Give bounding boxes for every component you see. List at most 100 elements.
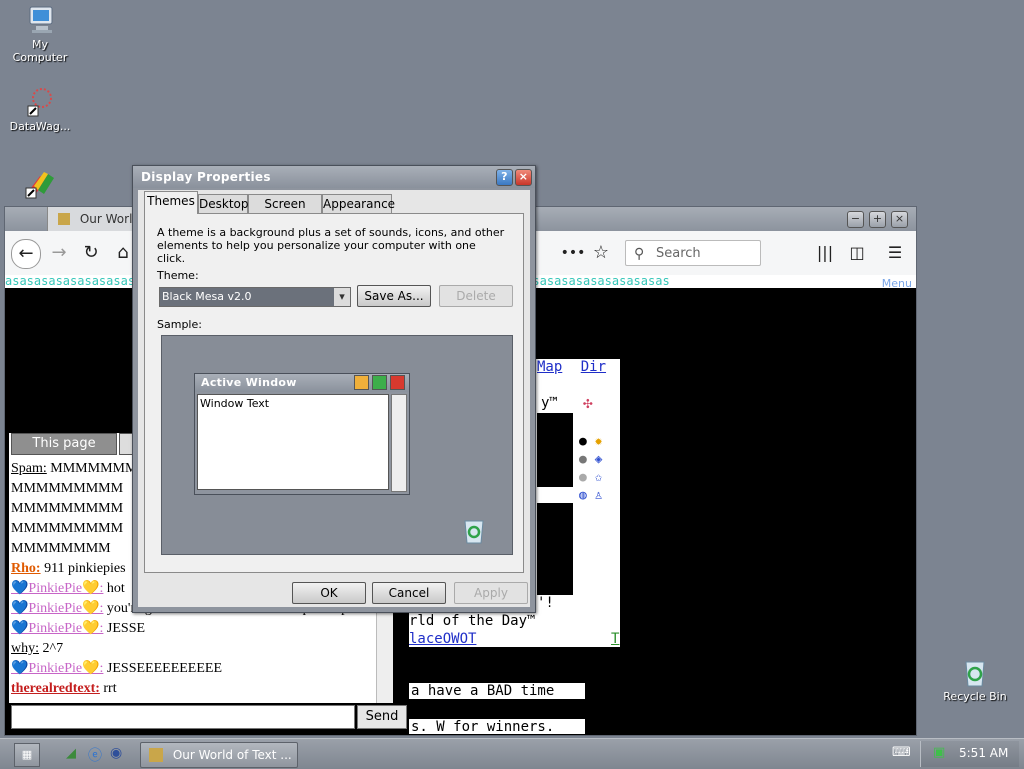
tab-themes[interactable]: Themes <box>144 191 198 214</box>
ok-button[interactable]: OK <box>292 582 366 604</box>
chat-message-author[interactable]: Rho: <box>11 561 41 576</box>
dot-icon: ● <box>579 452 587 467</box>
chat-message-author[interactable]: 💙PinkiePie💛: <box>11 601 103 616</box>
clock[interactable]: 5:51 AM <box>959 746 1008 760</box>
dialog-close-button[interactable]: × <box>515 169 532 186</box>
network-tray-icon[interactable]: ▣ <box>933 745 945 760</box>
t-link[interactable]: T <box>611 631 619 647</box>
tab-desktop[interactable]: Desktop <box>198 194 249 213</box>
exclaim-line: '! <box>537 595 554 611</box>
sample-window-content: Window Text <box>197 394 389 490</box>
sidebar-icon[interactable]: ◫ <box>843 239 871 267</box>
search-input[interactable]: ⚲ Search <box>625 240 761 266</box>
delete-button[interactable]: Delete <box>439 285 513 307</box>
forward-button[interactable]: → <box>45 239 73 267</box>
sample-close-icon <box>390 375 405 390</box>
media-player-icon[interactable]: ◉ <box>110 745 122 761</box>
chat-input[interactable] <box>11 705 355 729</box>
datawag-icon[interactable]: DataWag... <box>0 86 80 133</box>
pinwheel-icon[interactable]: ✣ <box>583 393 593 412</box>
back-button[interactable]: ← <box>11 239 41 269</box>
chat-message-text: MMMMMMMMM <box>11 501 124 516</box>
winners-line: s. W for winners. <box>409 719 585 734</box>
start-button[interactable]: ▦ <box>14 743 40 767</box>
figure-icon[interactable]: ♙ <box>595 488 603 503</box>
place-link[interactable]: laceOWOT <box>409 631 476 647</box>
display-properties-dialog: Display Properties ? × Themes Desktop Sc… <box>132 165 536 613</box>
globe-icon[interactable]: ◍ <box>579 488 587 503</box>
world-of-day-line: rld of the Day™ <box>409 613 536 629</box>
browser-maximize-button[interactable]: + <box>869 211 886 228</box>
content-icon-grid: ● ✹ ● ◈ ● ✩ ◍ ♙ <box>579 433 619 505</box>
chat-message-text: 911 pinkiepies <box>44 561 126 576</box>
show-desktop-icon[interactable]: ◢ <box>66 746 76 761</box>
chat-message-author[interactable]: 💙PinkiePie💛: <box>11 621 103 636</box>
chat-message: 💙PinkiePie💛: JESSEEEEEEEEEE <box>11 659 383 679</box>
chat-message-author[interactable]: Spam: <box>11 461 47 476</box>
menu-hint[interactable]: Menu <box>882 277 912 290</box>
datawag-label: DataWag... <box>9 120 71 133</box>
tab-screen-saver[interactable]: Screen Saver <box>248 194 322 229</box>
star-icon[interactable]: ✩ <box>595 470 603 485</box>
browser-minimize-button[interactable]: − <box>847 211 864 228</box>
reload-button[interactable]: ↻ <box>77 239 105 267</box>
send-button[interactable]: Send <box>357 705 407 729</box>
chat-message-author[interactable]: 💙PinkiePie💛: <box>11 581 103 596</box>
my-computer-icon[interactable]: My Computer <box>0 4 80 64</box>
theme-sample-preview: Active Window Window Text <box>161 335 513 555</box>
chat-tab-this-page[interactable]: This page <box>11 433 117 455</box>
save-as-button[interactable]: Save As... <box>357 285 431 307</box>
theme-description: A theme is a background plus a set of so… <box>157 226 505 265</box>
content-black-block <box>537 413 573 595</box>
taskbar-task-our-world-of-text[interactable]: Our World of Text ... <box>140 742 298 768</box>
colorful-app-icon <box>24 168 56 200</box>
browser-quicklaunch-icon[interactable]: ⓔ <box>88 745 102 765</box>
chat-message: why: 2^7 <box>11 639 383 659</box>
search-icon: ⚲ <box>634 246 645 262</box>
sample-window-title: Active Window <box>201 376 297 389</box>
tab-appearance[interactable]: Appearance <box>322 194 395 213</box>
page-actions-button[interactable]: ••• <box>559 239 587 267</box>
map-link[interactable]: Map <box>537 359 562 375</box>
chat-message-author[interactable]: 💙PinkiePie💛: <box>11 661 103 676</box>
sample-active-window: Active Window Window Text <box>194 373 410 495</box>
menu-icon[interactable]: ☰ <box>881 239 909 267</box>
sun-icon[interactable]: ✹ <box>595 434 603 449</box>
chat-message-author[interactable]: therealredtext: <box>11 681 100 696</box>
dot-icon: ● <box>579 470 587 485</box>
bookmark-star-icon[interactable]: ☆ <box>587 239 615 267</box>
theme-select[interactable]: Black Mesa v2.0 ▾ <box>159 287 351 307</box>
dir-link[interactable]: Dir <box>581 359 606 375</box>
keyboard-tray-icon[interactable]: ⌨ <box>892 745 911 760</box>
theme-select-value: Black Mesa v2.0 <box>162 290 252 303</box>
cancel-button[interactable]: Cancel <box>372 582 446 604</box>
browser-close-button[interactable]: × <box>891 211 908 228</box>
chat-message-text: MMMMMMMMM <box>11 521 124 536</box>
chat-message-author[interactable]: why: <box>11 641 39 656</box>
chat-message: 💙PinkiePie💛: JESSE <box>11 619 383 639</box>
datawag-glyph-icon <box>24 86 56 118</box>
chat-message: therealredtext: rrt <box>11 679 383 699</box>
sample-recycle-bin-icon <box>460 516 488 547</box>
library-icon[interactable]: ||| <box>811 239 839 267</box>
theme-label: Theme: <box>157 269 199 282</box>
diamond-icon[interactable]: ◈ <box>595 452 603 467</box>
chat-message-text: MMMMMMMM <box>11 541 111 556</box>
sample-minimize-icon <box>354 375 369 390</box>
chevron-down-icon[interactable]: ▾ <box>334 288 350 306</box>
chat-message-text: JESSEEEEEEEEEE <box>106 661 223 676</box>
sample-label: Sample: <box>157 318 202 331</box>
app-shortcut-icon[interactable] <box>0 168 80 202</box>
recycle-bin-icon[interactable]: Recycle Bin <box>935 656 1015 703</box>
taskbar: ▦ ◢ ⓔ ◉ Our World of Text ... ⌨ ▣ 5:51 A… <box>0 738 1024 769</box>
recycle-bin-glyph-icon <box>959 656 991 688</box>
computer-icon <box>24 4 56 36</box>
bad-time-line: a have a BAD time <box>409 683 585 699</box>
dialog-help-button[interactable]: ? <box>496 169 513 186</box>
dialog-body: Themes Desktop Screen Saver Appearance A… <box>138 190 530 607</box>
sample-window-titlebar: Active Window <box>195 374 409 392</box>
apply-button[interactable]: Apply <box>454 582 528 604</box>
sample-window-text: Window Text <box>200 397 270 410</box>
chat-message-text: hot <box>106 581 125 596</box>
sample-maximize-icon <box>372 375 387 390</box>
